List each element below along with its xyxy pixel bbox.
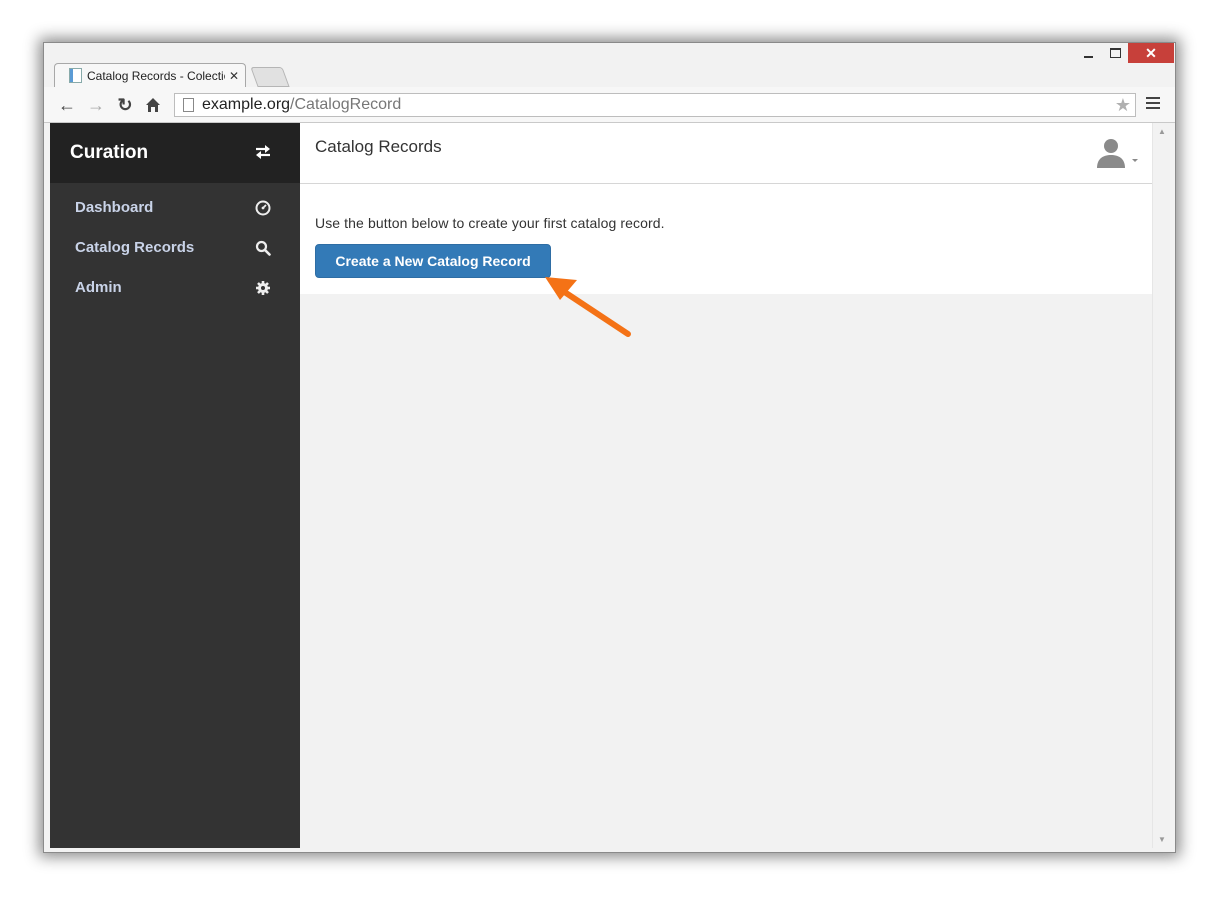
minimize-icon — [1083, 56, 1093, 58]
search-icon — [255, 240, 271, 256]
sidebar-item-dashboard[interactable]: Dashboard — [50, 189, 300, 229]
reload-icon: ↻ — [117, 94, 133, 115]
user-menu-button[interactable] — [1095, 137, 1141, 169]
url-path: /CatalogRecord — [290, 96, 402, 113]
menu-bar-3 — [1146, 107, 1160, 109]
page-content: Use the button below to create your firs… — [300, 184, 1152, 294]
page-viewport: Curation Dashboard Catalog Records Admin… — [50, 123, 1172, 848]
sidebar-item-label: Catalog Records — [75, 239, 195, 256]
page-title: Catalog Records — [315, 137, 442, 156]
brand-title[interactable]: Curation — [70, 142, 148, 164]
page-icon — [183, 98, 194, 112]
maximize-button[interactable] — [1102, 43, 1128, 63]
browser-toolbar: ← → ↻ example.org/CatalogRecord ★ — [44, 87, 1175, 123]
menu-bar-2 — [1146, 102, 1160, 104]
close-icon: ✕ — [1145, 44, 1157, 61]
sidebar-toggle-icon[interactable] — [253, 142, 273, 162]
intro-text: Use the button below to create your firs… — [315, 215, 665, 231]
scroll-up-icon[interactable]: ▲ — [1158, 127, 1166, 136]
browser-window: ✕ Catalog Records - Colectio ✕ ← → ↻ exa… — [43, 42, 1176, 853]
scroll-down-icon[interactable]: ▼ — [1158, 835, 1166, 844]
sidebar: Curation Dashboard Catalog Records Admin — [50, 123, 300, 848]
url-domain: example.org — [202, 96, 291, 113]
back-button[interactable]: ← — [57, 95, 77, 115]
bookmark-star-icon[interactable]: ★ — [1115, 95, 1131, 116]
maximize-icon — [1109, 48, 1121, 58]
create-catalog-record-button[interactable]: Create a New Catalog Record — [315, 244, 551, 278]
sidebar-brand: Curation — [50, 123, 300, 183]
home-icon — [146, 98, 160, 112]
sidebar-item-admin[interactable]: Admin — [50, 269, 300, 309]
address-bar[interactable]: example.org/CatalogRecord ★ — [174, 93, 1136, 117]
minimize-button[interactable] — [1075, 43, 1101, 63]
menu-bar-1 — [1146, 97, 1160, 99]
vertical-scrollbar[interactable]: ▲ ▼ — [1152, 123, 1172, 848]
browser-menu-button[interactable] — [1146, 97, 1160, 112]
user-avatar-icon — [1097, 139, 1138, 168]
page-header: Catalog Records — [300, 123, 1152, 184]
arrow-left-icon: ← — [58, 94, 76, 115]
sidebar-item-catalog-records[interactable]: Catalog Records — [50, 229, 300, 269]
reload-button[interactable]: ↻ — [115, 95, 135, 115]
browser-tab[interactable]: Catalog Records - Colectio ✕ — [54, 63, 246, 87]
tab-title: Catalog Records - Colectio — [87, 68, 225, 83]
tab-close-icon[interactable]: ✕ — [229, 69, 239, 83]
gear-icon — [256, 281, 270, 295]
sidebar-item-label: Admin — [75, 279, 122, 296]
close-window-button[interactable]: ✕ — [1128, 43, 1174, 63]
forward-button[interactable]: → — [86, 95, 106, 115]
arrow-right-icon: → — [87, 94, 105, 115]
url-text: example.org/CatalogRecord — [202, 96, 401, 114]
new-tab-button[interactable] — [250, 67, 290, 87]
page-favicon-icon — [69, 68, 82, 83]
home-button[interactable] — [143, 95, 163, 115]
dashboard-icon — [255, 200, 271, 216]
sidebar-item-label: Dashboard — [75, 199, 154, 216]
